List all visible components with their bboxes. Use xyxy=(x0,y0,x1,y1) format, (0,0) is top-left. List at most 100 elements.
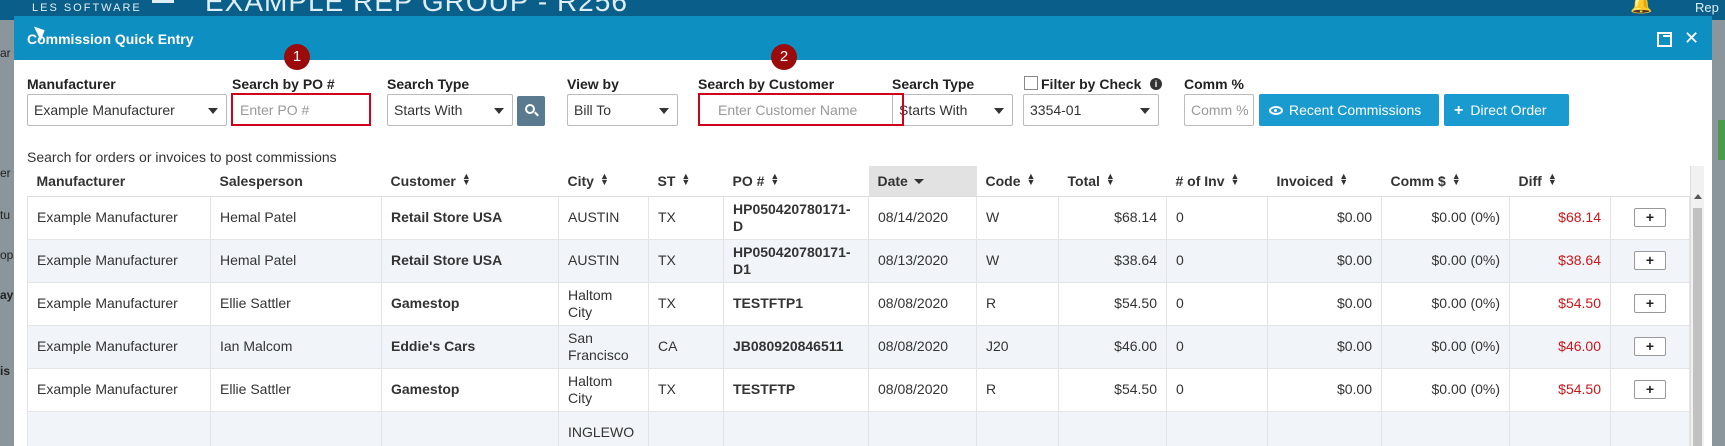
search-button[interactable] xyxy=(517,96,545,126)
cell-num-invoices: 0 xyxy=(1166,282,1268,326)
info-icon[interactable]: i xyxy=(1150,78,1162,90)
table-row[interactable]: Example Manufacturer Hemal Patel Retail St… xyxy=(27,196,1690,240)
cell-salesperson: Ellie Sattler xyxy=(210,282,382,326)
scroll-up-arrow-icon[interactable] xyxy=(1694,194,1702,199)
background-text-fragment: op xyxy=(0,248,14,262)
filter-by-check-checkbox[interactable] xyxy=(1024,76,1038,90)
close-icon[interactable]: ✕ xyxy=(1684,28,1699,49)
table-row[interactable]: Example Manufacturer Ian Malcom Eddie's Ca… xyxy=(27,325,1690,369)
cell-city: Haltom City xyxy=(558,282,649,326)
manufacturer-select-value: Example Manufacturer xyxy=(34,102,175,118)
column-header-city[interactable]: City ▲ ▼ xyxy=(558,166,649,197)
chevron-down-icon xyxy=(1140,108,1150,114)
cell-po-number: HP050420780171-D1 xyxy=(723,239,869,283)
add-commission-button[interactable]: + xyxy=(1634,337,1666,356)
cell-invoiced: $0.00 xyxy=(1267,325,1382,369)
cell-city: AUSTIN xyxy=(558,196,649,240)
recent-commissions-button[interactable]: Recent Commissions xyxy=(1259,94,1439,126)
background-right-edge xyxy=(1712,20,1725,446)
comm-pct-placeholder: Comm % xyxy=(1191,102,1249,118)
column-header-customer[interactable]: Customer ▲ ▼ xyxy=(381,166,559,197)
manufacturer-select[interactable]: Example Manufacturer xyxy=(27,94,227,126)
cell-city: San Francisco xyxy=(558,325,649,369)
cell-po-number: HP050420780171-D xyxy=(723,196,869,240)
add-commission-button[interactable]: + xyxy=(1634,294,1666,313)
table-row[interactable]: Example Manufacturer Hemal Patel Retail St… xyxy=(27,239,1690,283)
filter-by-check-label: Filter by Check xyxy=(1041,76,1142,92)
scrollbar-thumb[interactable] xyxy=(1693,208,1702,446)
column-header-date[interactable]: Date xyxy=(868,166,977,197)
annotation-highlight-customer xyxy=(698,93,904,126)
table-row[interactable]: Example Manufacturer Ellie Sattler Gamesto… xyxy=(27,368,1690,412)
direct-order-button[interactable]: + Direct Order xyxy=(1444,94,1569,126)
table-scrollbar[interactable] xyxy=(1690,166,1704,446)
search-type-select-value: Starts With xyxy=(899,102,968,118)
cell-actions: + xyxy=(1610,282,1690,326)
cell-date: 08/13/2020 xyxy=(868,239,977,283)
search-po-label: Search by PO # xyxy=(232,76,335,92)
column-header-num-inv[interactable]: # of Inv ▲ ▼ xyxy=(1166,166,1268,197)
annotation-badge: 2 xyxy=(771,44,797,70)
column-header-code[interactable]: Code ▲ ▼ xyxy=(976,166,1059,197)
app-header-right-text[interactable]: Rep xyxy=(1695,0,1719,15)
cell-num-invoices: 0 xyxy=(1166,368,1268,412)
hamburger-menu-icon[interactable] xyxy=(152,0,174,6)
cell-date xyxy=(868,411,977,446)
cell-actions: + xyxy=(1610,196,1690,240)
cell-code: W xyxy=(976,239,1059,283)
cell-state xyxy=(648,411,724,446)
cell-salesperson: Hemal Patel xyxy=(210,239,382,283)
cell-manufacturer: Example Manufacturer xyxy=(27,239,211,283)
cell-po-number: TESTFTP1 xyxy=(723,282,869,326)
cell-po-number: JB080920846511 xyxy=(723,325,869,369)
cell-actions xyxy=(1610,411,1690,446)
cell-diff: $38.64 xyxy=(1509,239,1611,283)
view-by-select[interactable]: Bill To xyxy=(567,94,678,126)
sort-icon: ▲ ▼ xyxy=(1547,170,1557,187)
add-commission-button[interactable]: + xyxy=(1634,251,1666,270)
cell-code: W xyxy=(976,196,1059,240)
orders-table-container: Manufacturer Salesperson Customer ▲ ▼ City… xyxy=(27,166,1703,446)
comm-pct-input[interactable]: Comm % xyxy=(1184,94,1254,126)
column-header-comm[interactable]: Comm $ ▲ ▼ xyxy=(1381,166,1510,197)
column-header-po[interactable]: PO # ▲ ▼ xyxy=(723,166,869,197)
background-text-fragment: is xyxy=(0,364,11,378)
cell-actions: + xyxy=(1610,325,1690,369)
expand-icon[interactable] xyxy=(1657,32,1672,47)
cell-state: CA xyxy=(648,325,724,369)
cell-salesperson: Hemal Patel xyxy=(210,196,382,240)
sort-icon: ▲ ▼ xyxy=(1230,170,1240,187)
annotation-badge: 1 xyxy=(284,44,310,70)
sort-icon: ▲ ▼ xyxy=(461,170,471,187)
table-row[interactable]: Example Manufacturer Ellie Sattler Gamesto… xyxy=(27,282,1690,326)
add-commission-button[interactable]: + xyxy=(1634,380,1666,399)
filter-by-check-select[interactable]: 3354-01 xyxy=(1023,94,1159,126)
chevron-down-icon xyxy=(208,108,218,114)
table-row[interactable]: INGLEWO xyxy=(27,411,1690,446)
bell-icon[interactable]: 🔔 xyxy=(1630,0,1652,15)
column-header-manufacturer: Manufacturer xyxy=(27,166,211,197)
modal-header: Commission Quick Entry ✕ xyxy=(14,16,1712,60)
cell-num-invoices: 0 xyxy=(1166,325,1268,369)
column-header-st[interactable]: ST ▲ ▼ xyxy=(648,166,724,197)
column-header-diff[interactable]: Diff ▲ ▼ xyxy=(1509,166,1611,197)
cell-invoiced: $0.00 xyxy=(1267,282,1382,326)
modal-title: Commission Quick Entry xyxy=(27,31,194,47)
sort-icon: ▲ ▼ xyxy=(681,170,691,187)
cell-code: R xyxy=(976,368,1059,412)
cell-city: INGLEWO xyxy=(558,411,649,446)
cell-manufacturer: Example Manufacturer xyxy=(27,282,211,326)
add-commission-button[interactable]: + xyxy=(1634,208,1666,227)
cell-total: $68.14 xyxy=(1058,196,1167,240)
column-header-total[interactable]: Total ▲ ▼ xyxy=(1058,166,1167,197)
view-by-select-value: Bill To xyxy=(574,102,612,118)
search-type-select[interactable]: Starts With xyxy=(892,94,1013,126)
background-sidebar: ar er tu op ay is xyxy=(0,20,14,446)
search-type-select[interactable]: Starts With xyxy=(387,94,513,126)
cell-state: TX xyxy=(648,239,724,283)
cell-customer xyxy=(381,411,559,446)
orders-table: Manufacturer Salesperson Customer ▲ ▼ City… xyxy=(27,166,1690,446)
cell-po-number xyxy=(723,411,869,446)
column-header-invoiced[interactable]: Invoiced ▲ ▼ xyxy=(1267,166,1382,197)
cell-code: J20 xyxy=(976,325,1059,369)
